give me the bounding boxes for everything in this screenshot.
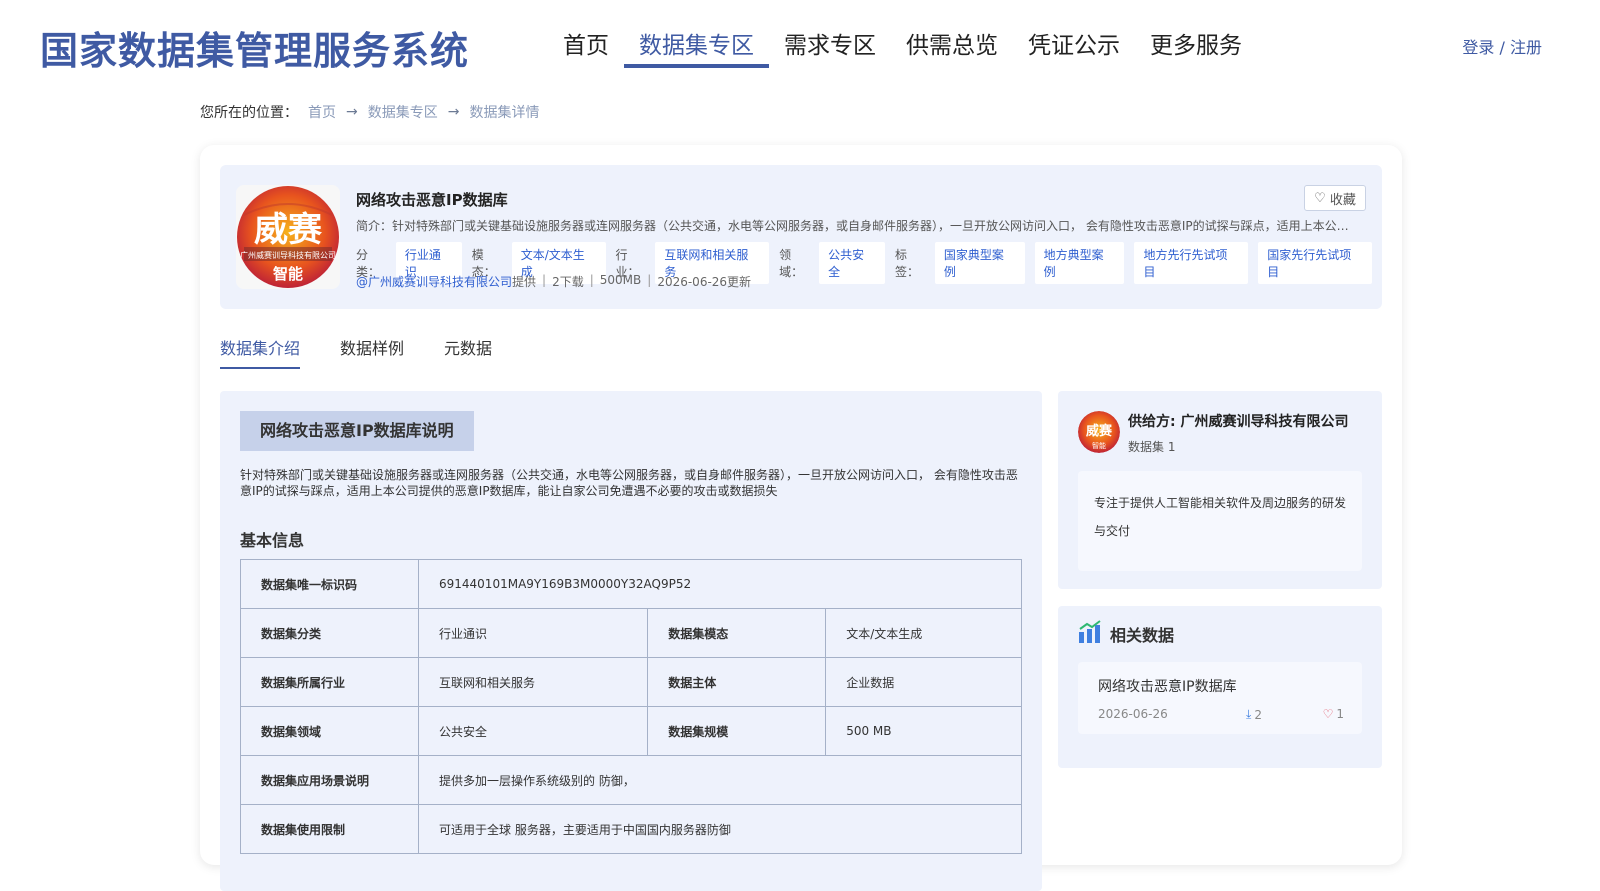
info-value: 提供多加一层操作系统级别的 防御， [418,755,1022,805]
provider-suffix: 提供 [512,275,537,289]
introduction-panel: 网络攻击恶意IP数据库说明 针对特殊部门或关键基础设施服务器或连网服务器（公共交… [220,391,1042,891]
favorite-label: 收藏 [1329,192,1356,208]
info-key: 数据集领域 [240,706,419,756]
table-row: 数据集使用限制 可适用于全球 服务器，主要适用于中国国内服务器防御 [240,804,1022,854]
related-data-card: 相关数据 网络攻击恶意IP数据库 2026-06-26 ⤓ 2 ♡ 1 [1058,606,1382,768]
nav-home[interactable]: 首页 [548,0,624,68]
tab-samples[interactable]: 数据样例 [340,335,404,369]
info-value: 文本/文本生成 [825,608,1022,658]
like-count-value: 1 [1336,707,1344,721]
tag-chip-label[interactable]: 地方先行先试项目 [1134,242,1249,284]
info-value: 企业数据 [825,657,1022,707]
favorite-button[interactable]: ♡ 收藏 [1304,185,1366,211]
tag-chip-label[interactable]: 国家典型案例 [934,242,1025,284]
info-key: 数据集模态 [647,608,827,658]
meta-separator: | [542,273,547,287]
info-key: 数据集唯一标识码 [240,559,419,609]
basic-info-table: 数据集唯一标识码 691440101MA9Y169B3M0000Y32AQ9P5… [240,559,1022,854]
section-title: 网络攻击恶意IP数据库说明 [240,411,474,451]
detail-container: 威赛 广州威赛训导科技有限公司 智能 网络攻击恶意IP数据库 ♡ 收藏 简介：针… [200,145,1402,891]
tag-key-labels: 标签： [894,248,919,279]
dataset-intro: 简介：针对特殊部门或关键基础设施服务器或连网服务器（公共交通，水电等公网服务器，… [356,219,1356,233]
info-value: 行业通识 [417,608,649,658]
related-item-downloads: ⤓ 2 [1246,707,1262,722]
provider-card: 威赛 智能 供给方: 广州威赛训导科技有限公司 数据集 1 专注于提供人工智能相… [1058,391,1382,589]
related-title: 相关数据 [1110,626,1175,645]
nav-more-services[interactable]: 更多服务 [1135,0,1257,68]
download-icon: ⤓ [1246,707,1252,721]
info-value: 691440101MA9Y169B3M0000Y32AQ9P52 [418,559,1022,609]
update-date: 2026-06-26更新 [657,275,752,289]
info-value: 互联网和相关服务 [417,657,649,707]
info-key: 数据集应用场景说明 [240,755,419,805]
provider-name[interactable]: 供给方: 广州威赛训导科技有限公司 [1128,411,1348,431]
info-value: 500 MB [825,706,1022,756]
dataset-header-card: 威赛 广州威赛训导科技有限公司 智能 网络攻击恶意IP数据库 ♡ 收藏 简介：针… [220,165,1382,309]
tag-chip-label[interactable]: 地方典型案例 [1034,242,1125,284]
download-count-value: 2 [1254,707,1262,722]
main-nav: 首页 数据集专区 需求专区 供需总览 凭证公示 更多服务 [548,0,1257,68]
meta-separator: | [589,273,594,287]
dataset-size: 500MB [599,273,642,287]
logo-company-text: 广州威赛训导科技有限公司 [240,250,336,260]
site-logo[interactable]: 国家数据集管理服务系统 [40,20,469,75]
breadcrumb-label: 您所在的位置： [200,105,298,121]
nav-demand-zone[interactable]: 需求专区 [769,0,891,68]
breadcrumb: 您所在的位置： 首页 → 数据集专区 → 数据集详情 [200,102,539,122]
avatar-main-text: 威赛 [1086,423,1113,439]
breadcrumb-home[interactable]: 首页 [308,102,336,122]
related-item-name: 网络攻击恶意IP数据库 [1098,679,1237,695]
heart-icon: ♡ [1322,707,1334,721]
tab-metadata[interactable]: 元数据 [444,335,492,369]
info-key: 数据集分类 [240,608,419,658]
provider-description: 专注于提供人工智能相关软件及周边服务的研发与交付 [1078,471,1362,571]
breadcrumb-dataset-detail[interactable]: 数据集详情 [469,102,539,122]
breadcrumb-dataset-zone[interactable]: 数据集专区 [368,102,438,122]
info-key: 数据主体 [647,657,827,707]
provider-dataset-count: 数据集 1 [1128,440,1176,454]
site-header: 国家数据集管理服务系统 首页 数据集专区 需求专区 供需总览 凭证公示 更多服务… [0,0,1600,90]
tag-key-domain: 领域： [779,248,804,279]
info-value: 公共安全 [417,706,649,756]
dataset-title: 网络攻击恶意IP数据库 [356,191,508,209]
related-item[interactable]: 网络攻击恶意IP数据库 2026-06-26 ⤓ 2 ♡ 1 [1078,662,1362,734]
related-header: 相关数据 [1078,620,1174,648]
bar-chart-icon [1078,620,1102,648]
avatar-bottom-text: 智能 [1092,441,1106,450]
nav-overview[interactable]: 供需总览 [891,0,1013,68]
tag-chip-label[interactable]: 国家先行先试项目 [1258,242,1372,284]
dataset-logo: 威赛 广州威赛训导科技有限公司 智能 [236,185,340,289]
login-register-link[interactable]: 登录 / 注册 [1462,34,1542,58]
table-row: 数据集应用场景说明 提供多加一层操作系统级别的 防御， [240,755,1022,805]
logo-bottom-text: 智能 [273,265,303,283]
basic-info-title: 基本信息 [240,531,305,550]
provider-avatar[interactable]: 威赛 智能 [1078,411,1120,453]
arrow-right-icon: → [346,104,358,120]
section-description: 针对特殊部门或关键基础设施服务器或连网服务器（公共交通，水电等公网服务器，或自身… [240,468,1018,498]
info-key: 数据集规模 [647,706,827,756]
related-item-likes: ♡ 1 [1323,707,1344,721]
download-count: 2下载 [552,275,584,289]
detail-tabs: 数据集介绍 数据样例 元数据 [220,335,492,369]
dataset-meta: @广州威赛训导科技有限公司提供 | 2下载 | 500MB | 2026-06-… [356,273,751,290]
nav-dataset-zone[interactable]: 数据集专区 [624,0,769,68]
related-item-date: 2026-06-26 [1098,707,1168,721]
table-row: 数据集领域 公共安全 数据集规模 500 MB [240,706,1022,756]
table-row: 数据集所属行业 互联网和相关服务 数据主体 企业数据 [240,657,1022,707]
tab-introduction[interactable]: 数据集介绍 [220,335,301,369]
provider-link[interactable]: @广州威赛训导科技有限公司 [356,275,512,289]
tag-chip-domain[interactable]: 公共安全 [819,242,885,284]
arrow-right-icon: → [447,104,460,120]
heart-icon: ♡ [1314,190,1326,206]
meta-separator: | [647,273,652,287]
nav-certificates[interactable]: 凭证公示 [1013,0,1135,68]
info-key: 数据集使用限制 [240,804,419,854]
logo-main-text: 威赛 [254,210,323,250]
table-row: 数据集分类 行业通识 数据集模态 文本/文本生成 [240,608,1022,658]
table-row: 数据集唯一标识码 691440101MA9Y169B3M0000Y32AQ9P5… [240,559,1022,609]
info-value: 可适用于全球 服务器，主要适用于中国国内服务器防御 [418,804,1022,854]
info-key: 数据集所属行业 [240,657,419,707]
